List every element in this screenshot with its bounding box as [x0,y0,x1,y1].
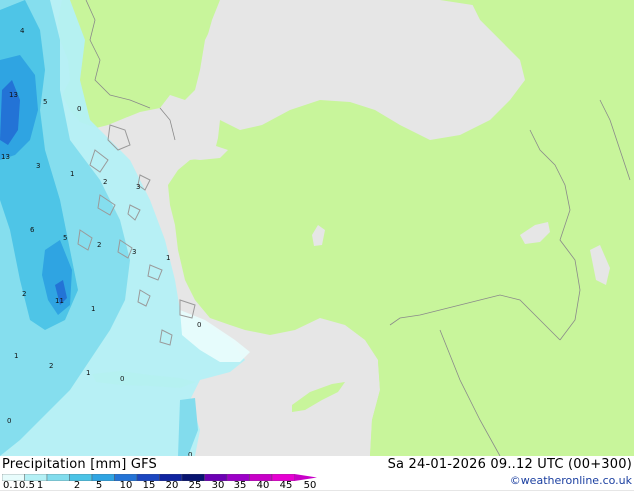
precip-label: 2 [49,362,53,370]
precip-label: 0 [77,105,81,113]
precip-label: 3 [136,183,140,191]
precip-label: 1 [166,254,170,262]
color-scale-labels: 0.1 0.5 1 2 5 10 15 20 25 30 35 40 45 50 [0,480,340,491]
precip-label: 2 [103,178,107,186]
precip-label: 1 [14,352,18,360]
scale-label: 15 [142,480,156,491]
scale-label: 5 [95,480,103,491]
legend-footer: Precipitation [mm] GFS Sa 24-01-2026 09.… [0,456,634,491]
scale-label: 50 [303,480,317,491]
scale-label: 2 [73,480,81,491]
weather-map: 4 13 5 0 13 3 1 2 3 6 5 2 3 2 1 11 1 0 1… [0,0,634,456]
precip-label: 0 [197,321,201,329]
precip-label: 2 [22,290,26,298]
precip-label: 2 [97,241,101,249]
scale-label: 20 [165,480,179,491]
precip-label: 3 [36,162,40,170]
forecast-datetime: Sa 24-01-2026 09..12 UTC (00+300) [387,457,632,472]
scale-label: 0.5 [19,480,35,491]
scale-label: 35 [233,480,247,491]
scale-label: 1 [36,480,44,491]
precip-label: 1 [86,369,90,377]
credit-text: ©weatheronline.co.uk [509,474,632,487]
scale-label: 0.1 [3,480,19,491]
scale-label: 45 [279,480,293,491]
scale-label: 10 [119,480,133,491]
precip-label: 6 [30,226,35,234]
precip-label: 3 [132,248,136,256]
precip-label: 1 [70,170,74,178]
precip-label: 4 [20,27,25,35]
scale-label: 30 [211,480,225,491]
legend-title-row: Precipitation [mm] GFS [2,457,157,472]
precip-label: 0 [7,417,11,425]
precip-label: 5 [63,234,67,242]
legend-title: Precipitation [mm] [2,457,127,472]
precip-label: 0 [120,375,124,383]
precip-label: 1 [91,305,95,313]
scale-label: 25 [188,480,202,491]
scale-label: 40 [256,480,270,491]
precip-label: 13 [9,91,18,99]
precip-label: 13 [1,153,10,161]
model-name: GFS [130,457,157,472]
precip-label: 11 [55,297,64,305]
precip-label: 5 [43,98,47,106]
